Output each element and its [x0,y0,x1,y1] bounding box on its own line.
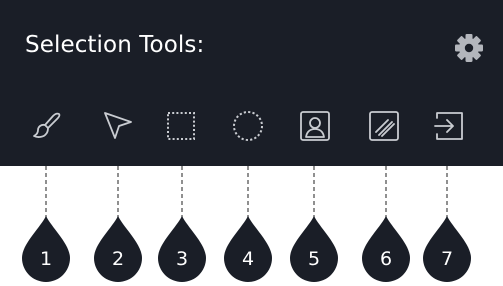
callout-marker-7: 7 [423,166,471,282]
cursor-arrow-icon [104,112,132,139]
enter-arrow-icon [434,112,463,140]
callout-marker-4: 4 [224,166,272,282]
callout-marker-2: 2 [94,166,142,282]
callout-number: 6 [380,248,392,270]
callout-number: 2 [112,248,124,270]
callout-number: 1 [40,248,52,270]
brush-icon [33,112,61,138]
callout-marker-1: 1 [22,166,70,282]
person-portrait-icon [300,111,330,141]
callout-marker-5: 5 [290,166,338,282]
callout-number: 5 [308,248,320,270]
person-select-button[interactable] [297,108,333,144]
callout-number: 7 [441,248,453,270]
ellipse-select-button[interactable] [230,108,266,144]
brush-tool-button[interactable] [29,108,65,144]
panel-title: Selection Tools: [25,32,205,58]
hatched-square-icon [369,111,399,141]
callout-markers: 1 2 3 4 5 6 7 [22,166,471,282]
callout-number: 4 [242,248,254,270]
callout-number: 3 [176,248,188,270]
rectangle-select-button[interactable] [163,108,199,144]
page: Selection Tools: 1 2 3 4 5 6 7 [0,0,503,286]
dotted-rectangle-icon [167,112,195,140]
callout-marker-6: 6 [362,166,410,282]
pointer-tool-button[interactable] [100,108,136,144]
callout-marker-3: 3 [158,166,206,282]
selection-tools-panel: Selection Tools: [0,0,503,166]
hatch-select-button[interactable] [366,108,402,144]
gear-icon[interactable] [452,31,486,65]
exit-tool-button[interactable] [431,108,467,144]
dotted-circle-icon [233,111,263,141]
